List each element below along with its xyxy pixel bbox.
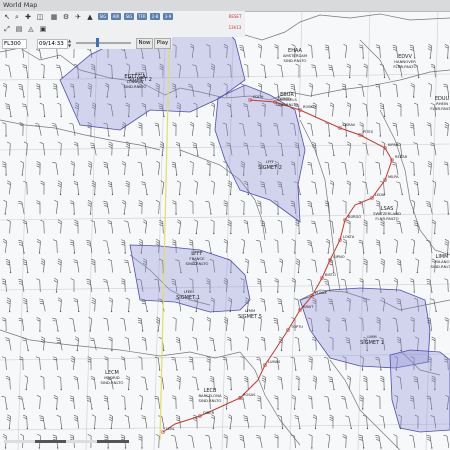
scale-bar	[4, 440, 129, 443]
slider-handle[interactable]	[96, 38, 99, 47]
waypoint-label: ARVIT	[303, 305, 314, 309]
waypoint-label: PITES	[363, 130, 374, 134]
waypoint-label: LUMAS	[268, 360, 281, 364]
overlay-toggle-button[interactable]: 2-8	[150, 13, 160, 20]
airport-icon[interactable]: ✈	[74, 13, 82, 21]
layers-icon[interactable]: ◫	[36, 13, 44, 21]
svg-text:SIND.RNLTO: SIND.RNLTO	[101, 380, 124, 385]
sigmet-name: SIGMET 2	[258, 165, 282, 171]
waypoint-label: EDDH	[253, 95, 264, 99]
waypoint-label: ELBAX	[315, 291, 327, 295]
svg-text:SIND.RNLTO: SIND.RNLTO	[124, 84, 147, 89]
overlay-toggle-button[interactable]: SIG	[124, 13, 134, 20]
svg-text:FLNR.RNLTO: FLNR.RNLTO	[375, 216, 398, 221]
svg-text:SIND.RNLTO: SIND.RNLTO	[276, 102, 299, 107]
svg-text:SIND.RNLTO: SIND.RNLTO	[186, 261, 209, 266]
sigmet-name: SIGMET 5	[238, 314, 262, 320]
zoom-icon[interactable]: ⌕	[13, 13, 21, 21]
overlay-toggle-button[interactable]: 3-9	[163, 13, 173, 20]
waypoint-label: DIBER	[203, 411, 215, 415]
arrow-icon[interactable]: ↖	[3, 13, 11, 21]
plus-icon[interactable]: ✚	[24, 13, 32, 21]
sigmet-name: SIGMET 2	[128, 77, 152, 83]
waypoint-label: REBAR	[395, 155, 408, 159]
waypoint-label: OSRAV	[343, 123, 356, 127]
time-controls: FL300 09/14:33 ▲ ▼ Now Play	[0, 37, 172, 49]
sigmet-name: SIGMET 1	[360, 340, 384, 346]
window-title: World Map	[3, 1, 38, 9]
sigmet-name: SIGMET 1	[176, 295, 200, 301]
waypoint-label: ROBKO	[303, 105, 316, 109]
now-button[interactable]: Now	[136, 38, 153, 49]
world-map[interactable]: LEBL DIBER ROSAS LUMAS TOPTU ARVIT ELBAX BISTO G…	[0, 0, 450, 450]
svg-text:SIND.RNLTO: SIND.RNLTO	[431, 264, 450, 269]
svg-text:FLNR.RNLTO: FLNR.RNLTO	[430, 106, 450, 111]
sigmet-fir: EGTT	[135, 72, 145, 76]
measure-icon[interactable]: ◬	[27, 25, 35, 33]
print-icon[interactable]: ▣	[39, 25, 47, 33]
settings-icon[interactable]: ⚙	[62, 13, 70, 21]
waypoint-label: TOPTU	[290, 325, 303, 329]
overlay-toggle-button[interactable]: AIR	[111, 13, 121, 20]
svg-text:SIND.RNLTO: SIND.RNLTO	[199, 398, 222, 403]
waypoint-label: LEDIL	[375, 193, 385, 197]
waypoint-label: BISTO	[325, 273, 336, 277]
route-icon[interactable]: ⤢	[3, 25, 11, 33]
time-slider[interactable]	[76, 42, 131, 44]
waypoint-label: LEBL	[166, 427, 175, 431]
clock-button[interactable]: 13h13	[226, 24, 244, 32]
waypoint-label: ROSAS	[243, 393, 256, 397]
flight-level-field[interactable]: FL300	[2, 39, 27, 49]
sigmet-fir: LFMM	[245, 309, 255, 313]
overlay-toggle-button[interactable]: TFR	[137, 13, 147, 20]
time-field[interactable]: 09/14:33	[37, 39, 68, 49]
toolbar: ↖ ⌕ ✚ ◫ ▦ ⚙ ✈ ▲ ⤢ ▤ ◬ ▣ SIG AIR SIG TFR 2-8 3-9 RESET 13h13	[0, 11, 245, 37]
waypoint-icon[interactable]: ▲	[86, 13, 94, 21]
sigmet-fir: LFFF	[266, 160, 274, 164]
sigmet-fir: LFEE	[184, 290, 193, 294]
play-button[interactable]: Play	[154, 38, 171, 49]
time-spinner-icon[interactable]: ▲ ▼	[68, 38, 71, 48]
waypoint-label: KIPAR	[388, 143, 399, 147]
waypoint-label: LOKTA	[343, 235, 355, 239]
label-icon[interactable]: ▤	[15, 25, 23, 33]
sigmet-polygon[interactable]	[389, 349, 450, 433]
grid-icon[interactable]: ▦	[50, 13, 58, 21]
waypoint-label: GIPNO	[333, 255, 345, 259]
svg-text:SIND.RNLTO: SIND.RNLTO	[284, 58, 307, 63]
sigmet-fir: LIMM	[367, 335, 376, 339]
waypoint-label: BURGO	[348, 215, 361, 219]
overlay-toggle-button[interactable]: SIG	[98, 13, 108, 20]
reset-button[interactable]: RESET	[226, 13, 244, 21]
svg-text:FLNR.RNLTO: FLNR.RNLTO	[393, 64, 416, 69]
waypoint-label: MILPA	[388, 175, 399, 179]
